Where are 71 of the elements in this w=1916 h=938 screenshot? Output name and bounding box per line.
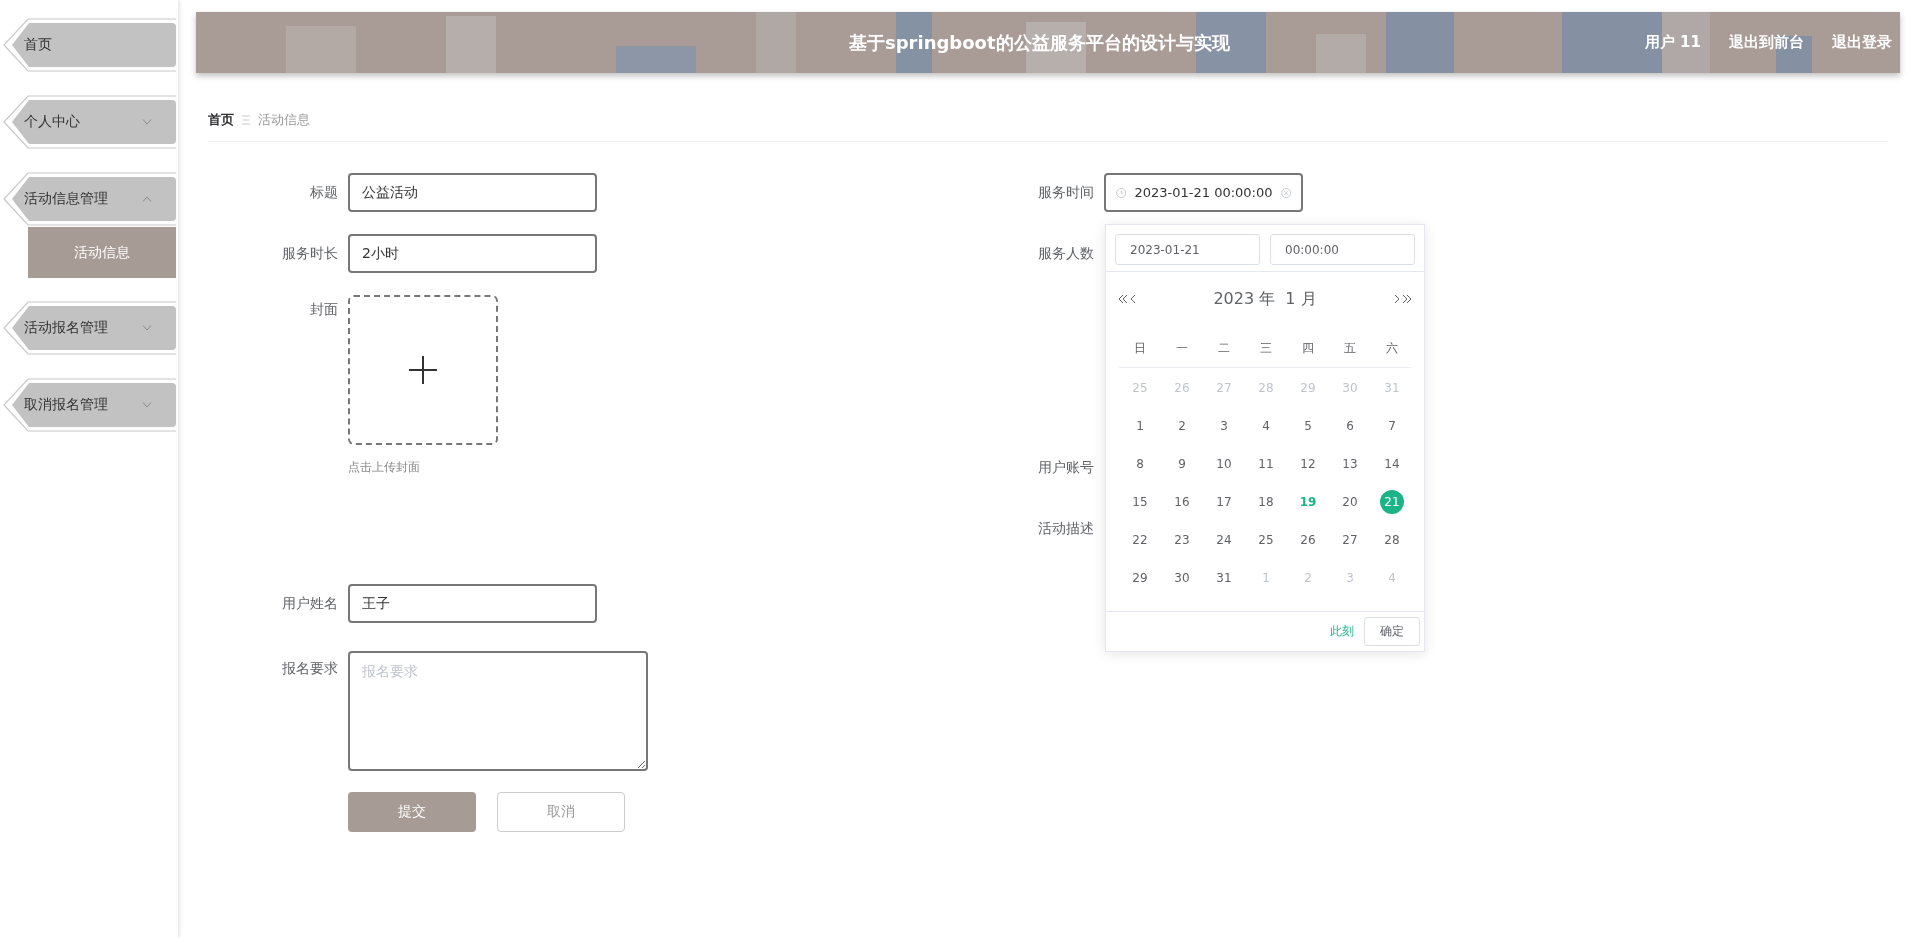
calendar-day[interactable]: 9 [1170,452,1194,476]
clock-icon [1116,186,1127,199]
weekday-label: 日 [1133,340,1147,357]
text-input[interactable]: 公益活动 [348,173,597,212]
upload-hint: 点击上传封面 [348,459,421,476]
textarea-field[interactable]: 报名要求 [348,651,648,771]
calendar-day[interactable]: 14 [1380,452,1404,476]
calendar-day[interactable]: 16 [1170,490,1194,514]
calendar-day[interactable]: 27 [1338,528,1362,552]
time-input[interactable]: 00:00:00 [1270,234,1415,265]
chevron-right-icon[interactable] [1394,294,1400,304]
calendar-day[interactable]: 2 [1170,414,1194,438]
text-input[interactable]: 王子 [348,584,597,623]
plus-icon [409,356,437,384]
calendar-day[interactable]: 8 [1128,452,1152,476]
chevron-left-icon[interactable] [1130,294,1136,304]
calendar-day[interactable]: 26 [1296,528,1320,552]
calendar-day[interactable]: 7 [1380,414,1404,438]
breadcrumb-link[interactable]: 首页 [208,111,234,129]
field-label: 用户账号 [1037,458,1095,477]
calendar-day[interactable]: 13 [1338,452,1362,476]
month-title: 2023 年 1 月 [1213,288,1317,310]
weekday-label: 六 [1385,340,1399,357]
calendar-day[interactable]: 1 [1128,414,1152,438]
datetime-value: 2023-01-21 00:00:00 [1134,185,1273,200]
site-title: 基于springboot的公益服务平台的设计与实现 [849,30,1230,55]
calendar-day[interactable]: 5 [1296,414,1320,438]
calendar-day[interactable]: 24 [1212,528,1236,552]
calendar-day[interactable]: 20 [1338,490,1362,514]
upload-area[interactable] [348,295,498,445]
calendar-day[interactable]: 25 [1254,528,1278,552]
text-input[interactable]: 2小时 [348,234,597,273]
calendar-day[interactable]: 12 [1296,452,1320,476]
chevron-down-icon [142,402,152,408]
calendar-day[interactable]: 17 [1212,490,1236,514]
calendar-day[interactable]: 18 [1254,490,1278,514]
field-label: 封面 [309,300,339,319]
double-chevron-right-icon[interactable] [1402,294,1412,304]
field-label: 服务时间 [1037,183,1095,202]
field-label: 活动描述 [1037,519,1095,538]
weekday-label: 一 [1175,340,1189,357]
user-name: 用户 11 [1644,33,1701,52]
double-chevron-left-icon[interactable] [1118,294,1128,304]
confirm-button[interactable]: 确定 [1364,617,1420,646]
weekday-label: 五 [1343,340,1357,357]
datetime-field[interactable]: 2023-01-21 00:00:00 [1104,173,1303,212]
chevron-up-icon [142,196,152,202]
calendar-day[interactable]: 3 [1212,414,1236,438]
weekday-label: 四 [1301,340,1315,357]
field-label: 服务人数 [1037,244,1095,263]
calendar-day[interactable]: 22 [1128,528,1152,552]
calendar-day[interactable]: 10 [1212,452,1236,476]
chevron-down-icon [142,119,152,125]
field-label: 服务时长 [281,244,339,263]
weekday-label: 二 [1217,340,1231,357]
calendar-day[interactable]: 30 [1170,566,1194,590]
calendar-day[interactable]: 4 [1254,414,1278,438]
date-input[interactable]: 2023-01-21 [1115,234,1260,265]
weekday-label: 三 [1259,340,1273,357]
calendar-day[interactable]: 29 [1128,566,1152,590]
calendar-day[interactable]: 23 [1170,528,1194,552]
separator-icon [242,115,250,125]
chevron-down-icon [142,325,152,331]
calendar-day[interactable]: 31 [1212,566,1236,590]
field-label: 用户姓名 [281,594,339,613]
calendar-day[interactable]: 11 [1254,452,1278,476]
field-label: 标题 [309,183,339,202]
field-label: 报名要求 [281,659,339,678]
calendar-day[interactable]: 6 [1338,414,1362,438]
calendar-day[interactable]: 28 [1380,528,1404,552]
calendar-day[interactable]: 15 [1128,490,1152,514]
